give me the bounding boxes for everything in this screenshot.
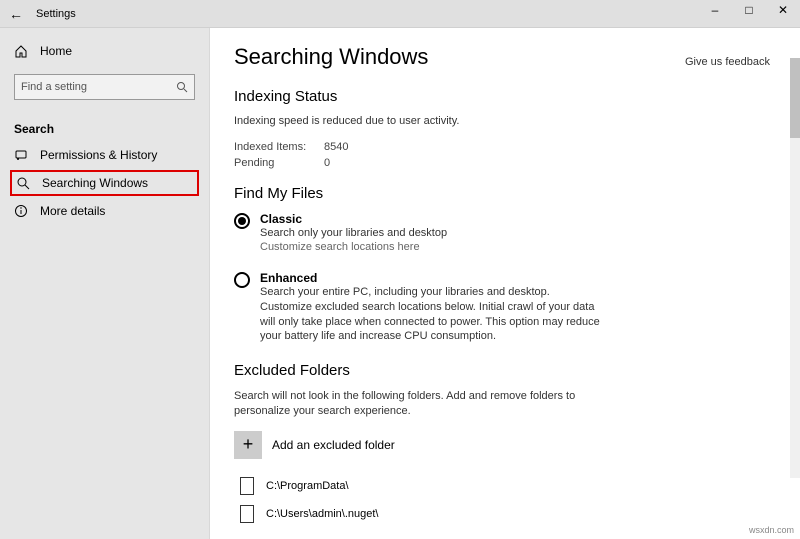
indexing-heading: Indexing Status: [234, 88, 750, 105]
back-button[interactable]: ←: [4, 6, 28, 22]
sidebar-item-permissions[interactable]: Permissions & History: [0, 142, 209, 168]
home-label: Home: [40, 44, 72, 58]
excluded-folder-item[interactable]: C:\Users\admin\.nuget\: [234, 501, 750, 529]
radio-label: Enhanced: [260, 271, 600, 285]
scrollbar-thumb[interactable]: [790, 58, 800, 138]
window-title: Settings: [36, 8, 76, 20]
sidebar-item-label: Permissions & History: [40, 148, 157, 162]
indexed-value: 8540: [324, 141, 364, 153]
plus-icon: +: [234, 431, 262, 459]
indexed-row: Indexed Items: 8540: [234, 141, 750, 153]
radio-icon: [234, 213, 250, 229]
titlebar: ← Settings – □ ✕: [0, 0, 800, 28]
indexed-label: Indexed Items:: [234, 141, 324, 153]
radio-desc: Search your entire PC, including your li…: [260, 285, 600, 344]
folder-path: C:\Users\admin\.nuget\: [266, 508, 379, 520]
sidebar: Home Find a setting Search Permissions &…: [0, 28, 210, 539]
customize-link[interactable]: Customize search locations here: [260, 241, 447, 253]
folder-path: C:\ProgramData\: [266, 480, 349, 492]
maximize-button[interactable]: □: [732, 0, 766, 20]
radio-classic[interactable]: Classic Search only your libraries and d…: [234, 212, 750, 253]
add-folder-label: Add an excluded folder: [272, 438, 395, 452]
feedback-link[interactable]: Give us feedback: [685, 56, 770, 68]
radio-label: Classic: [260, 212, 447, 226]
pending-value: 0: [324, 157, 364, 169]
find-heading: Find My Files: [234, 185, 750, 202]
search-icon: [176, 81, 188, 93]
sidebar-item-label: Searching Windows: [42, 176, 148, 190]
sidebar-item-searching-windows[interactable]: Searching Windows: [10, 170, 199, 196]
radio-icon: [234, 272, 250, 288]
radio-enhanced[interactable]: Enhanced Search your entire PC, includin…: [234, 271, 750, 344]
excluded-heading: Excluded Folders: [234, 362, 750, 379]
main-content: Give us feedback Searching Windows Index…: [210, 28, 800, 539]
folder-icon: [240, 505, 254, 523]
sidebar-item-label: More details: [40, 204, 105, 218]
minimize-button[interactable]: –: [698, 0, 732, 20]
sidebar-item-more-details[interactable]: More details: [0, 198, 209, 224]
watermark: wsxdn.com: [749, 525, 794, 535]
home-icon: [14, 44, 30, 58]
page-heading: Searching Windows: [234, 44, 750, 70]
excluded-desc: Search will not look in the following fo…: [234, 389, 584, 419]
close-button[interactable]: ✕: [766, 0, 800, 20]
add-folder-button[interactable]: + Add an excluded folder: [234, 431, 750, 459]
pending-label: Pending: [234, 157, 324, 169]
radio-desc: Search only your libraries and desktop: [260, 226, 447, 241]
permissions-icon: [14, 148, 30, 162]
home-link[interactable]: Home: [0, 38, 209, 64]
search-input[interactable]: Find a setting: [14, 74, 195, 100]
sidebar-heading: Search: [0, 114, 209, 142]
pending-row: Pending 0: [234, 157, 750, 169]
search-icon: [16, 176, 32, 190]
search-placeholder: Find a setting: [21, 81, 87, 93]
indexing-note: Indexing speed is reduced due to user ac…: [234, 115, 750, 127]
folder-icon: [240, 477, 254, 495]
info-icon: [14, 204, 30, 218]
excluded-folder-item[interactable]: C:\ProgramData\: [234, 473, 750, 501]
